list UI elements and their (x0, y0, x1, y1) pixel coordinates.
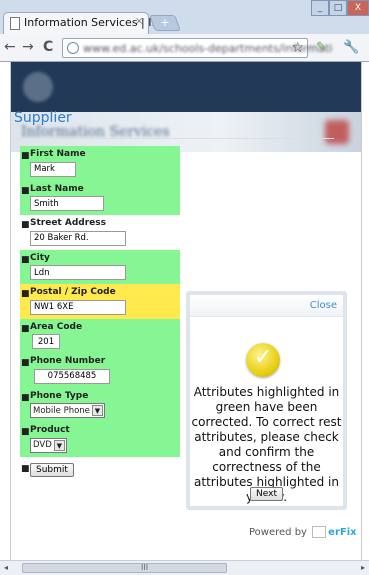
field-label: Phone Type (30, 390, 89, 401)
bullet: ■ (21, 185, 30, 196)
phone-type-select[interactable]: Mobile Phone ▼ (30, 403, 105, 418)
dialog-close-link[interactable]: Close (310, 300, 337, 311)
window-close-button[interactable]: X (347, 0, 369, 16)
field-label: Last Name (30, 183, 84, 194)
bookmark-star-icon[interactable]: ☆ (291, 40, 304, 56)
wrench-icon[interactable]: 🔧 (343, 40, 359, 55)
correction-dialog: Close ✓ Attributes highlighted in green … (186, 291, 347, 510)
last-name-field: ■ Last Name (20, 180, 180, 215)
next-button[interactable]: Next (250, 487, 283, 501)
chevron-down-icon: ▼ (91, 405, 103, 416)
bullet: ■ (21, 289, 30, 299)
phone-number-field: ■ Phone Number (20, 353, 180, 388)
page-icon (10, 17, 20, 30)
grip-icon: III (141, 563, 149, 572)
product-field: ■ Product DVD ▼ (20, 422, 180, 457)
field-label: City (30, 252, 50, 263)
last-name-input[interactable] (30, 196, 104, 211)
bullet: ■ (21, 463, 30, 474)
field-label: Area Code (30, 321, 83, 332)
field-label: Postal / Zip Code (30, 287, 116, 297)
browser-toolbar: ← → C www.ed.ac.uk/schools-departments/i… (0, 34, 369, 62)
city-input[interactable] (30, 265, 126, 280)
submit-button[interactable]: Submit (30, 462, 74, 477)
bullet: ■ (21, 392, 30, 403)
back-arrow-icon[interactable]: ← (4, 39, 16, 55)
selected-value: Mobile Phone (33, 405, 90, 416)
bullet: ■ (21, 323, 30, 334)
globe-icon (67, 42, 79, 54)
postal-code-field: ■ Postal / Zip Code (20, 284, 180, 319)
city-field: ■ City (20, 249, 180, 284)
scroll-left-arrow-icon[interactable]: ◂ (4, 563, 8, 572)
powered-by-text: Powered by (249, 527, 307, 538)
maximize-button[interactable]: □ (329, 0, 347, 16)
field-label: Product (30, 425, 70, 435)
powered-by: Powered by erFix (249, 526, 357, 538)
scroll-right-arrow-icon[interactable]: ▸ (361, 563, 365, 572)
bullet: ■ (21, 358, 30, 368)
browser-tab[interactable]: Information Services | I... × (3, 12, 162, 34)
logo-text[interactable]: erFix (328, 527, 356, 538)
selected-value: DVD (33, 440, 52, 450)
bullet: ■ (21, 254, 30, 265)
product-select[interactable]: DVD ▼ (30, 437, 67, 453)
bullet: ■ (21, 427, 30, 437)
dialog-header: Close (190, 295, 343, 317)
field-label: First Name (30, 149, 86, 159)
bullet: ■ (21, 220, 30, 230)
street-address-field: ■ Street Address (20, 215, 180, 250)
chevron-down-icon: ▼ (53, 439, 65, 451)
phone-type-field: ■ Phone Type Mobile Phone ▼ (20, 387, 180, 422)
new-tab-button[interactable]: + (149, 15, 181, 31)
postal-code-input[interactable] (30, 299, 126, 315)
window-controls: _ □ X (311, 0, 369, 16)
street-address-input[interactable] (30, 230, 126, 246)
page-title: Supplier (14, 110, 72, 126)
site-header (11, 62, 361, 112)
area-code-field: ■ Area Code (20, 318, 180, 353)
divider (14, 138, 334, 139)
field-label: Phone Number (30, 356, 106, 366)
reload-icon[interactable]: C (43, 39, 53, 55)
university-crest-icon[interactable] (23, 72, 53, 102)
horizontal-scrollbar[interactable]: ◂ III ▸ (0, 560, 369, 575)
logo-icon (312, 526, 327, 538)
bullet: ■ (21, 151, 30, 161)
tab-close-icon[interactable]: × (135, 16, 143, 27)
first-name-input[interactable] (30, 161, 76, 177)
submit-row: ■ Submit (20, 457, 180, 477)
address-bar[interactable]: www.ed.ac.uk/schools-departments/informa… (62, 38, 332, 58)
extension-leaf-icon[interactable]: ✎ (316, 40, 327, 55)
area-code-input[interactable] (32, 334, 60, 349)
field-label: Street Address (30, 218, 106, 228)
phone-number-input[interactable] (34, 368, 110, 384)
checkmark-icon: ✓ (246, 343, 280, 377)
plus-icon: + (160, 16, 170, 29)
first-name-field: ■ First Name (20, 146, 180, 181)
supplier-form: ■ First Name ■ Last Name ■ Street Addres… (20, 146, 180, 477)
scrollbar-thumb[interactable]: III (22, 563, 227, 573)
forward-arrow-icon[interactable]: → (22, 39, 34, 55)
banner-decoration (325, 120, 349, 144)
minimize-button[interactable]: _ (311, 0, 329, 16)
